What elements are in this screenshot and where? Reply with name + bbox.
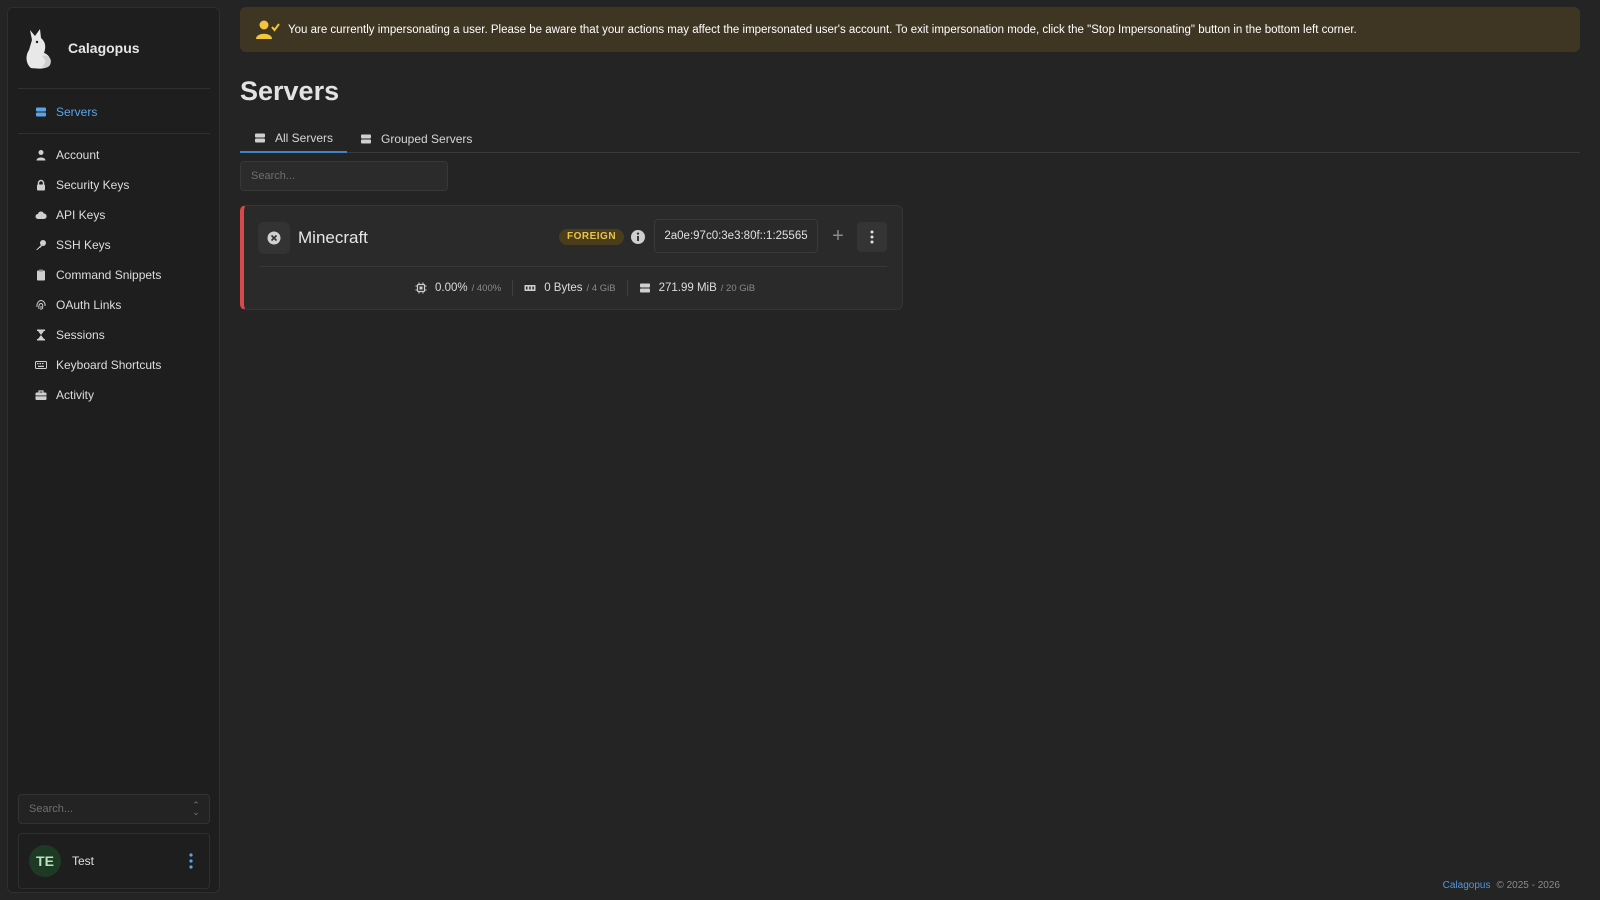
user-card[interactable]: TE Test bbox=[18, 833, 210, 889]
sidebar-item-api-keys[interactable]: API Keys bbox=[18, 201, 210, 229]
info-icon[interactable] bbox=[630, 229, 646, 245]
sidebar-item-label: SSH Keys bbox=[56, 238, 111, 252]
sidebar-item-label: Security Keys bbox=[56, 178, 130, 192]
tab-label: All Servers bbox=[275, 131, 334, 145]
add-to-group-icon[interactable]: + bbox=[824, 222, 852, 250]
sidebar-item-label: Servers bbox=[56, 105, 98, 119]
cloud-icon bbox=[35, 209, 47, 221]
server-menu-button[interactable] bbox=[857, 222, 887, 252]
sidebar-item-label: Sessions bbox=[56, 328, 105, 342]
user-icon bbox=[35, 149, 47, 161]
fox-logo-icon bbox=[26, 29, 51, 69]
page-title: Servers bbox=[240, 76, 340, 106]
sidebar-item-ssh-keys[interactable]: SSH Keys bbox=[18, 231, 210, 259]
clipboard-icon bbox=[35, 269, 47, 281]
kebab-menu-icon[interactable] bbox=[187, 852, 195, 870]
server-name: Minecraft bbox=[298, 228, 368, 247]
sidebar-item-command-snippets[interactable]: Command Snippets bbox=[18, 261, 210, 289]
memory-limit: / 4 GiB bbox=[586, 282, 616, 294]
banner-text: You are currently impersonating a user. … bbox=[288, 23, 1357, 36]
sidebar-item-label: OAuth Links bbox=[56, 298, 122, 312]
sidebar-item-label: API Keys bbox=[56, 208, 106, 222]
kebab-menu-icon bbox=[870, 230, 874, 244]
memory-stat: 0 Bytes / 4 GiB bbox=[513, 282, 626, 294]
cpu-limit: / 400% bbox=[471, 282, 502, 294]
footer: Calagopus © 2025 - 2026 bbox=[1443, 880, 1560, 891]
briefcase-icon bbox=[35, 389, 47, 401]
sidebar-item-label: Keyboard Shortcuts bbox=[56, 358, 162, 372]
card-divider bbox=[260, 266, 887, 267]
sidebar-item-label: Account bbox=[56, 148, 100, 162]
disk-limit: / 20 GiB bbox=[720, 282, 756, 294]
cpu-icon bbox=[415, 282, 427, 294]
sidebar-item-security-keys[interactable]: Security Keys bbox=[18, 171, 210, 199]
servers-icon bbox=[35, 106, 47, 118]
memory-icon bbox=[524, 285, 536, 291]
user-check-icon bbox=[256, 20, 280, 39]
user-name: Test bbox=[72, 854, 95, 868]
tab-all-servers[interactable]: All Servers bbox=[240, 125, 348, 153]
sidebar-item-oauth-links[interactable]: OAuth Links bbox=[18, 291, 210, 319]
memory-value: 0 Bytes bbox=[544, 282, 583, 294]
avatar: TE bbox=[29, 845, 61, 877]
keyboard-icon bbox=[35, 359, 47, 371]
offline-status-icon bbox=[258, 222, 290, 254]
sidebar-divider bbox=[18, 88, 210, 89]
disk-icon bbox=[639, 283, 650, 293]
chevron-updown-icon[interactable]: ⌃ ⌄ bbox=[191, 801, 201, 817]
fingerprint-icon bbox=[35, 299, 47, 311]
sidebar-item-label: Command Snippets bbox=[56, 268, 162, 282]
hourglass-icon bbox=[35, 329, 47, 341]
brand-name: Calagopus bbox=[68, 40, 140, 56]
footer-copyright: © 2025 - 2026 bbox=[1496, 880, 1560, 891]
sidebar: Calagopus Servers Account Security Keys bbox=[7, 7, 220, 893]
sidebar-item-sessions[interactable]: Sessions bbox=[18, 321, 210, 349]
brand[interactable]: Calagopus bbox=[22, 26, 140, 70]
app-root: Calagopus Servers Account Security Keys bbox=[0, 0, 1600, 900]
server-address[interactable]: 2a0e:97c0:3e3:80f::1:25565 bbox=[654, 219, 818, 253]
lock-icon bbox=[35, 179, 47, 191]
disk-value: 271.99 MiB bbox=[658, 282, 717, 294]
sidebar-search-input[interactable] bbox=[18, 794, 210, 824]
sidebar-item-servers[interactable]: Servers bbox=[18, 98, 210, 126]
sidebar-item-keyboard-shortcuts[interactable]: Keyboard Shortcuts bbox=[18, 351, 210, 379]
cpu-stat: 0.00% / 400% bbox=[404, 282, 512, 294]
disk-stat: 271.99 MiB / 20 GiB bbox=[628, 282, 767, 294]
server-stats: 0.00% / 400% 0 Bytes / 4 GiB 271.99 MiB … bbox=[404, 280, 766, 296]
tab-label: Grouped Servers bbox=[381, 132, 473, 146]
servers-icon bbox=[361, 134, 371, 144]
key-icon bbox=[35, 239, 47, 251]
sidebar-divider bbox=[18, 133, 210, 134]
tab-grouped-servers[interactable]: Grouped Servers bbox=[346, 125, 486, 153]
sidebar-item-label: Activity bbox=[56, 388, 95, 402]
impersonation-banner: You are currently impersonating a user. … bbox=[240, 7, 1580, 52]
tab-bar: All Servers Grouped Servers bbox=[240, 125, 1580, 153]
server-search-input[interactable] bbox=[240, 161, 448, 191]
servers-icon bbox=[255, 133, 265, 143]
cpu-value: 0.00% bbox=[435, 282, 468, 294]
footer-link[interactable]: Calagopus bbox=[1443, 880, 1491, 891]
sidebar-item-activity[interactable]: Activity bbox=[18, 381, 210, 409]
server-card[interactable]: Minecraft FOREIGN 2a0e:97c0:3e3:80f::1:2… bbox=[240, 205, 903, 310]
sidebar-item-account[interactable]: Account bbox=[18, 141, 210, 169]
foreign-badge: FOREIGN bbox=[559, 229, 625, 245]
